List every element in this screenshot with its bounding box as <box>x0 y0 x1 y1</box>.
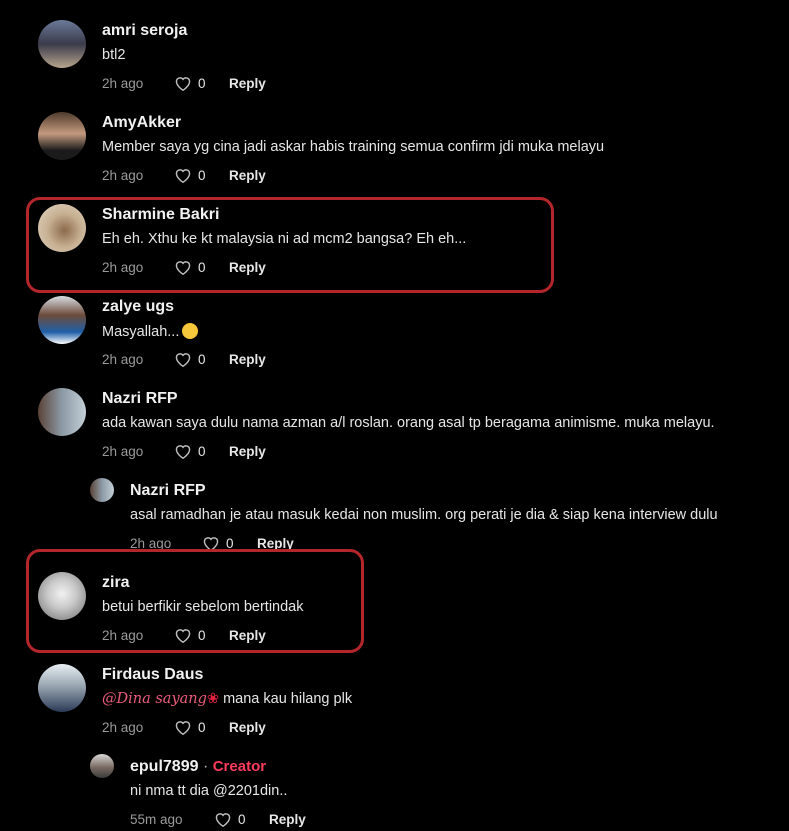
comment-item: zalye ugs Masyallah... 2h ago 0 Reply <box>0 276 789 368</box>
reply-item: epul7899 · Creator ni nma tt dia @2201di… <box>0 736 789 828</box>
comment-time: 2h ago <box>102 75 144 91</box>
avatar[interactable] <box>90 754 114 778</box>
comment-text: betui berfikir sebelom bertindak <box>102 599 304 615</box>
heart-icon <box>203 537 219 551</box>
comment-item: AmyAkker Member saya yg cina jadi askar … <box>0 92 789 184</box>
comment-text: Member saya yg cina jadi askar habis tra… <box>102 139 605 155</box>
comment-text-body: Masyallah... <box>102 324 180 340</box>
commenter-name[interactable]: AmyAkker <box>102 114 181 132</box>
avatar[interactable] <box>38 20 86 68</box>
reply-button[interactable]: Reply <box>229 444 266 459</box>
commenter-name[interactable]: Nazri RFP <box>102 390 178 408</box>
commenter-name-text[interactable]: epul7899 <box>130 758 198 775</box>
like-button[interactable]: 0 <box>174 719 229 735</box>
commenter-name[interactable]: zalye ugs <box>102 298 174 316</box>
comment-time: 2h ago <box>102 719 144 735</box>
like-button[interactable]: 0 <box>174 351 229 367</box>
like-count: 0 <box>198 75 206 91</box>
comment-meta: 2h ago 0 Reply <box>102 350 266 368</box>
heart-icon <box>175 261 191 275</box>
reply-button[interactable]: Reply <box>229 720 266 735</box>
comment-meta: 2h ago 0 Reply <box>102 166 266 184</box>
comment-text: btl2 <box>102 47 126 63</box>
like-count: 0 <box>198 259 206 275</box>
comment-text: Eh eh. Xthu ke kt malaysia ni ad mcm2 ba… <box>102 231 467 247</box>
comment-item: Sharmine Bakri Eh eh. Xthu ke kt malaysi… <box>0 184 789 276</box>
like-button[interactable]: 0 <box>202 535 257 551</box>
like-count: 0 <box>226 535 234 551</box>
heart-icon <box>175 629 191 643</box>
comment-time: 2h ago <box>102 259 144 275</box>
reply-button[interactable]: Reply <box>257 536 294 551</box>
commenter-name: epul7899 · Creator <box>130 758 267 775</box>
comment-time: 55m ago <box>130 811 183 827</box>
avatar[interactable] <box>90 478 114 502</box>
comment-item: zira betui berfikir sebelom bertindak 2h… <box>0 552 789 644</box>
reply-button[interactable]: Reply <box>229 76 266 91</box>
comment-text: asal ramadhan je atau masuk kedai non mu… <box>130 507 718 523</box>
reply-button[interactable]: Reply <box>229 352 266 367</box>
avatar[interactable] <box>38 112 86 160</box>
like-button[interactable]: 0 <box>174 259 229 275</box>
like-count: 0 <box>198 351 206 367</box>
commenter-name[interactable]: Nazri RFP <box>130 482 206 500</box>
mention-link[interactable]: @Dina sayang <box>102 691 207 707</box>
reply-button[interactable]: Reply <box>229 628 266 643</box>
comment-text: ni nma tt dia @2201din.. <box>130 783 288 799</box>
avatar[interactable] <box>38 664 86 712</box>
comment-meta: 2h ago 0 Reply <box>102 74 266 92</box>
like-count: 0 <box>198 167 206 183</box>
avatar[interactable] <box>38 296 86 344</box>
heart-icon <box>175 353 191 367</box>
avatar[interactable] <box>38 204 86 252</box>
comment-meta: 2h ago 0 Reply <box>102 258 266 276</box>
reply-button[interactable]: Reply <box>229 260 266 275</box>
reply-item: Nazri RFP asal ramadhan je atau masuk ke… <box>0 460 789 552</box>
avatar[interactable] <box>38 572 86 620</box>
commenter-name[interactable]: Sharmine Bakri <box>102 206 219 224</box>
like-count: 0 <box>198 719 206 735</box>
reply-button[interactable]: Reply <box>269 812 306 827</box>
like-button[interactable]: 0 <box>214 811 269 827</box>
like-button[interactable]: 0 <box>174 167 229 183</box>
comment-meta: 2h ago 0 Reply <box>102 626 266 644</box>
comment-time: 2h ago <box>102 443 144 459</box>
comment-item: Nazri RFP ada kawan saya dulu nama azman… <box>0 368 789 460</box>
comment-meta: 2h ago 0 Reply <box>130 534 294 552</box>
commenter-name[interactable]: Firdaus Daus <box>102 666 203 684</box>
comment-text: Masyallah... <box>102 323 199 340</box>
comment-meta: 2h ago 0 Reply <box>102 442 266 460</box>
comment-time: 2h ago <box>102 627 144 643</box>
like-count: 0 <box>198 443 206 459</box>
like-button[interactable]: 0 <box>174 627 229 643</box>
comment-meta: 2h ago 0 Reply <box>102 718 266 736</box>
avatar[interactable] <box>38 388 86 436</box>
comment-meta: 55m ago 0 Reply <box>130 810 306 828</box>
reply-button[interactable]: Reply <box>229 168 266 183</box>
heart-icon <box>215 813 231 827</box>
comment-time: 2h ago <box>102 167 144 183</box>
comment-text: @Dina sayang❀ mana kau hilang plk <box>102 691 352 707</box>
like-count: 0 <box>198 627 206 643</box>
comment-item: amri seroja btl2 2h ago 0 Reply <box>0 0 789 92</box>
comment-time: 2h ago <box>130 535 172 551</box>
comment-text-body: mana kau hilang plk <box>223 691 353 707</box>
like-button[interactable]: 0 <box>174 75 229 91</box>
heart-icon <box>175 77 191 91</box>
commenter-name[interactable]: zira <box>102 574 130 592</box>
comment-item: Firdaus Daus @Dina sayang❀ mana kau hila… <box>0 644 789 736</box>
rose-emoji-icon: ❀ <box>206 691 220 707</box>
creator-badge: Creator <box>212 758 267 775</box>
comment-time: 2h ago <box>102 351 144 367</box>
heart-icon <box>175 169 191 183</box>
like-count: 0 <box>238 811 246 827</box>
like-button[interactable]: 0 <box>174 443 229 459</box>
comment-text: ada kawan saya dulu nama azman a/l rosla… <box>102 415 715 431</box>
commenter-name[interactable]: amri seroja <box>102 22 187 40</box>
heart-icon <box>175 445 191 459</box>
sad-face-emoji-icon <box>182 323 199 339</box>
heart-icon <box>175 721 191 735</box>
